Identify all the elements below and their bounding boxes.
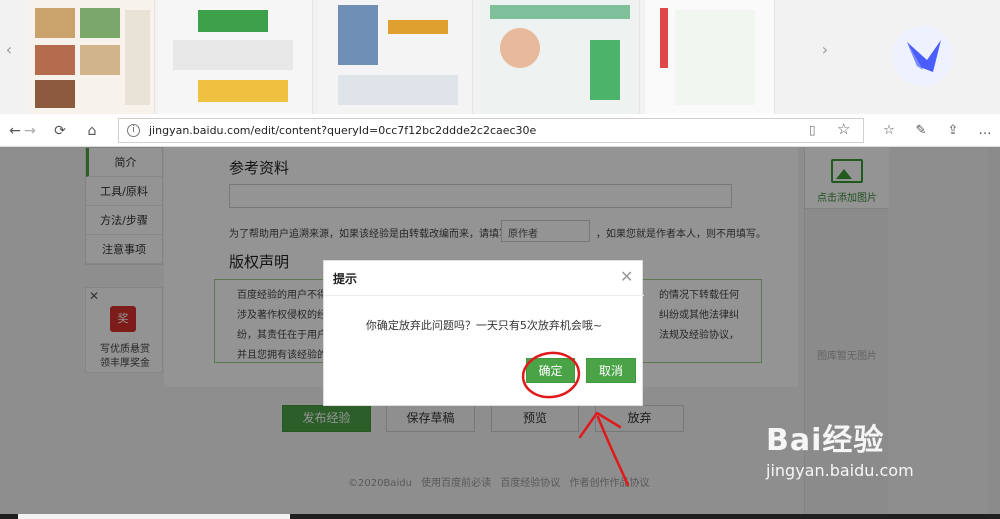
pen-icon[interactable]: ✎ (911, 121, 931, 141)
thumbnail-4[interactable] (480, 0, 640, 114)
refresh-icon[interactable]: ⟳ (50, 121, 70, 141)
thumbnail-1[interactable] (30, 0, 155, 114)
baidu-jingyan-watermark: Bai经验 jingyan.baidu.com (766, 415, 956, 480)
cancel-button[interactable]: 取消 (586, 358, 636, 383)
dialog-message: 你确定放弃此问题吗？一天只有5次放弃机会哦~ (365, 319, 603, 332)
thumbnail-2[interactable] (158, 0, 313, 114)
os-taskbar (0, 514, 1000, 519)
image-thumbnail-strip: ‹ › (0, 0, 1000, 114)
page-content: 简介 工具/原料 方法/步骤 注意事项 ✕ 奖 写优质悬赏 领丰厚奖金 参考资料… (0, 147, 1000, 519)
share-icon[interactable]: ⇪ (943, 121, 963, 141)
confirm-button[interactable]: 确定 (526, 358, 575, 383)
chevron-left-icon[interactable]: ‹ (2, 40, 16, 60)
more-menu-icon[interactable]: … (975, 121, 995, 141)
watermark-brand: Bai经验 (766, 423, 885, 458)
forward-arrow-icon[interactable]: → (20, 121, 40, 141)
thumbnail-3[interactable] (318, 0, 473, 114)
app-bird-logo-icon (893, 26, 953, 86)
dialog-title: 提示 (333, 272, 358, 286)
reading-view-icon[interactable]: ▯ (809, 123, 816, 137)
chevron-right-icon[interactable]: › (818, 40, 832, 60)
favorites-list-icon[interactable]: ☆ (879, 121, 899, 141)
watermark-site: jingyan.baidu.com (766, 461, 914, 480)
confirm-dialog: 提示 ✕ 你确定放弃此问题吗？一天只有5次放弃机会哦~ 确定 取消 (323, 260, 644, 406)
home-icon[interactable]: ⌂ (82, 121, 102, 141)
close-icon[interactable]: ✕ (620, 267, 633, 286)
favorite-star-icon[interactable]: ☆ (837, 120, 850, 138)
browser-toolbar: ← → ⟳ ⌂ i jingyan.baidu.com/edit/content… (0, 114, 1000, 147)
info-icon[interactable]: i (127, 124, 140, 137)
url-text[interactable]: jingyan.baidu.com/edit/content?queryId=0… (149, 124, 536, 137)
address-bar[interactable]: i jingyan.baidu.com/edit/content?queryId… (118, 118, 864, 143)
dialog-divider (324, 295, 644, 296)
taskbar-search[interactable] (18, 514, 290, 519)
thumbnail-5[interactable] (645, 0, 775, 114)
